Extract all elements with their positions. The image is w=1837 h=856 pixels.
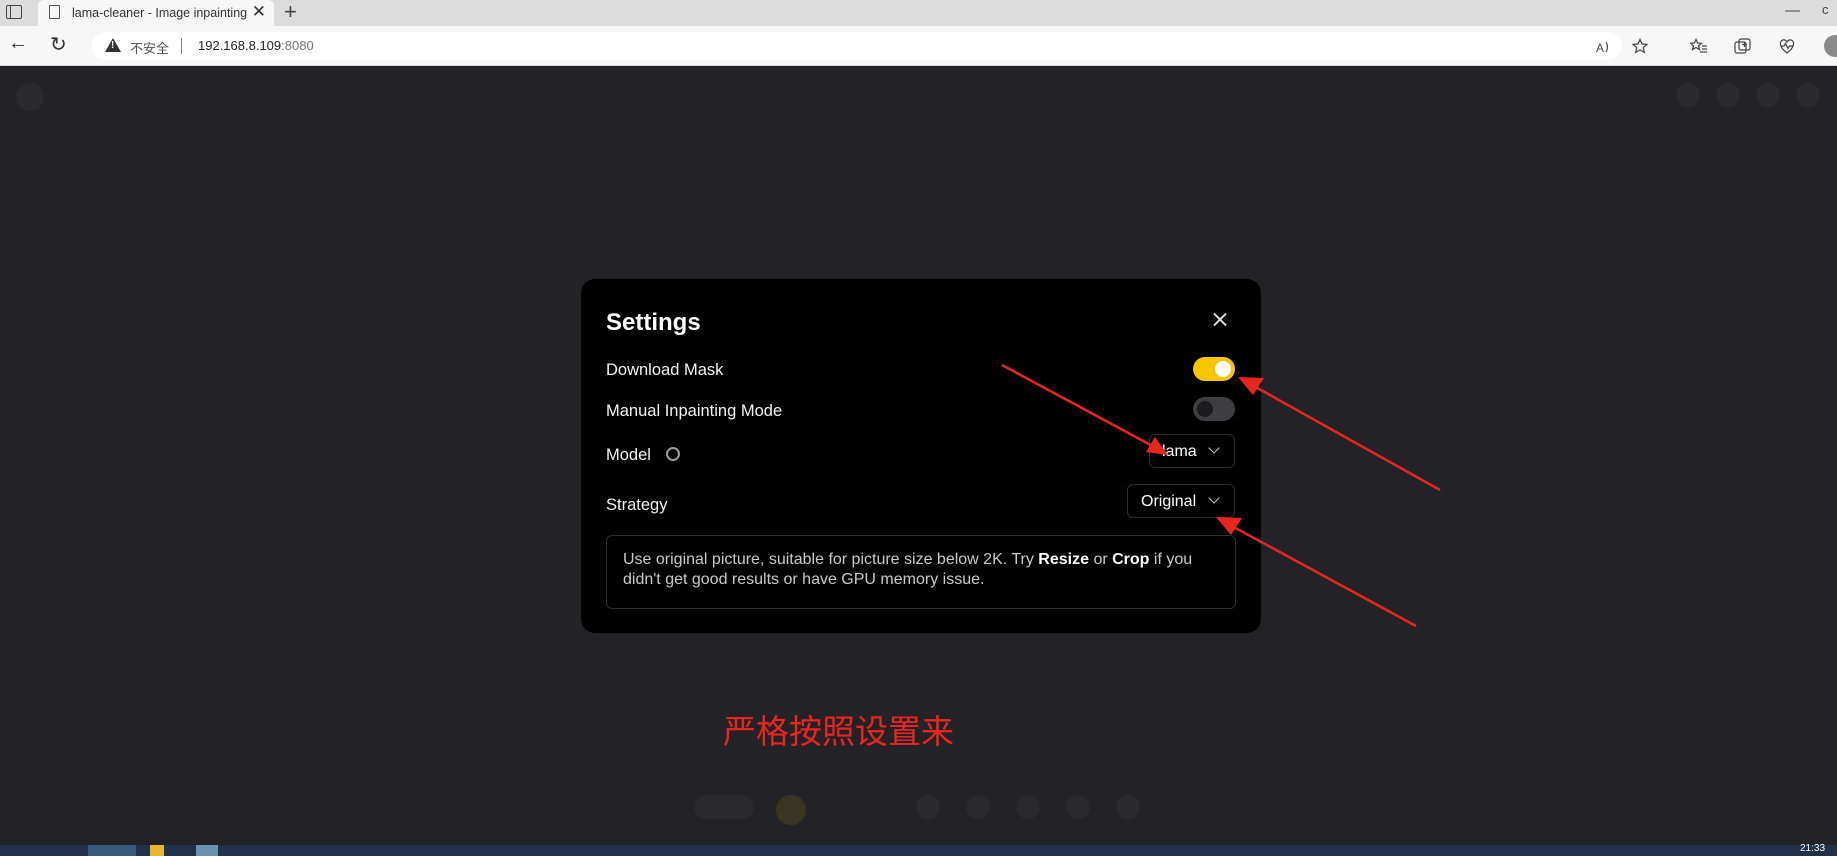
- annotation-arrow-to-strategy: [1216, 517, 1417, 628]
- annotation-arrow-to-model: [1001, 363, 1168, 455]
- os-taskbar: 21:33: [0, 843, 1837, 856]
- taskbar-app[interactable]: [196, 845, 218, 856]
- taskbar-clock: 21:33: [1800, 843, 1826, 854]
- annotation-note: 严格按照设置来: [723, 712, 954, 751]
- taskbar-app-explorer[interactable]: [150, 845, 164, 856]
- taskbar-app-edge[interactable]: [88, 845, 136, 856]
- annotation-arrow-to-download-mask: [1238, 377, 1441, 492]
